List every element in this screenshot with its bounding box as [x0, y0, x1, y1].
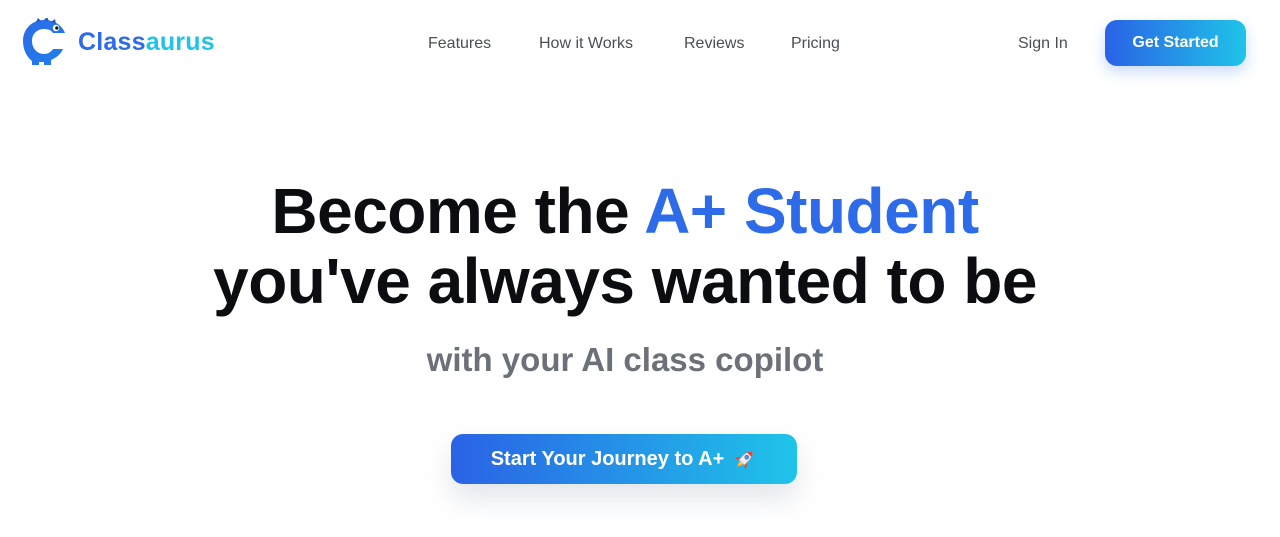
hero-title-line1: Become the A+ Student: [0, 176, 1250, 246]
hero-title: Become the A+ Student you've always want…: [0, 176, 1250, 316]
main-nav: Features How it Works Reviews Pricing Si…: [0, 33, 1280, 55]
hero-title-accent: A+ Student: [644, 175, 979, 247]
sign-in-link[interactable]: Sign In: [1018, 33, 1068, 55]
hero-title-line2: you've always wanted to be: [213, 245, 1037, 317]
hero-title-part1: Become the: [271, 175, 645, 247]
landing-page: Classaurus Features How it Works Reviews…: [0, 0, 1280, 537]
nav-link-features[interactable]: Features: [428, 33, 491, 55]
nav-link-reviews[interactable]: Reviews: [684, 33, 744, 55]
hero-subtitle: with your AI class copilot: [426, 341, 824, 378]
nav-link-how-it-works[interactable]: How it Works: [539, 33, 633, 55]
nav-link-pricing[interactable]: Pricing: [791, 33, 840, 55]
start-journey-button[interactable]: Start Your Journey to A+: [451, 434, 797, 484]
start-journey-label: Start Your Journey to A+: [490, 447, 725, 470]
get-started-button[interactable]: Get Started: [1105, 20, 1246, 66]
site-header: Classaurus Features How it Works Reviews…: [0, 0, 1280, 87]
rocket-icon: [735, 451, 754, 469]
